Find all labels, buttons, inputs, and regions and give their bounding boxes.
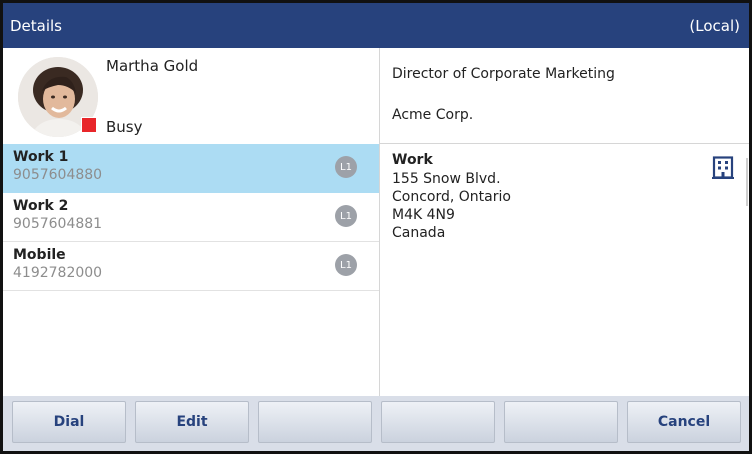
softkey-3[interactable] bbox=[258, 401, 372, 443]
softkey-4[interactable] bbox=[381, 401, 495, 443]
contact-panel: Martha Gold Busy Work 1 9057604880 L1 Wo… bbox=[3, 48, 379, 396]
edit-button[interactable]: Edit bbox=[135, 401, 249, 443]
address-street: 155 Snow Blvd. bbox=[392, 171, 501, 187]
contact-name: Martha Gold bbox=[106, 57, 199, 75]
details-panel: Director of Corporate Marketing Acme Cor… bbox=[380, 48, 749, 396]
page-title: Details bbox=[10, 16, 63, 35]
number-label: Mobile bbox=[13, 247, 66, 263]
busy-status-icon bbox=[81, 117, 97, 133]
address-postal-code: M4K 4N9 bbox=[392, 207, 455, 223]
list-item-work-1[interactable]: Work 1 9057604880 L1 bbox=[3, 144, 379, 193]
number-label: Work 2 bbox=[13, 198, 69, 214]
number-label: Work 1 bbox=[13, 149, 69, 165]
list-item-work-2[interactable]: Work 2 9057604881 L1 bbox=[3, 193, 379, 242]
building-icon bbox=[712, 156, 734, 179]
phone-number: 9057604880 bbox=[13, 167, 103, 183]
title-bar: Details (Local) bbox=[3, 3, 749, 48]
scrollbar[interactable] bbox=[746, 158, 748, 206]
company-name: Acme Corp. bbox=[392, 107, 474, 123]
address-block: Work 155 Snow Blvd. Concord, Ontario M4K… bbox=[392, 150, 511, 242]
presence-status: Busy bbox=[106, 118, 143, 136]
section-divider bbox=[380, 143, 749, 144]
cancel-button[interactable]: Cancel bbox=[627, 401, 741, 443]
contact-header: Martha Gold Busy bbox=[3, 48, 379, 144]
address-city: Concord, Ontario bbox=[392, 189, 511, 205]
softkey-5[interactable] bbox=[504, 401, 618, 443]
list-item-mobile[interactable]: Mobile 4192782000 L1 bbox=[3, 242, 379, 291]
directory-location: (Local) bbox=[689, 16, 740, 35]
address-label: Work bbox=[392, 152, 433, 168]
line-badge: L1 bbox=[335, 205, 357, 227]
dial-button[interactable]: Dial bbox=[12, 401, 126, 443]
address-country: Canada bbox=[392, 225, 446, 241]
phone-number: 4192782000 bbox=[13, 265, 103, 281]
phone-number: 9057604881 bbox=[13, 216, 103, 232]
line-badge: L1 bbox=[335, 254, 357, 276]
phone-number-list: Work 1 9057604880 L1 Work 2 9057604881 L… bbox=[3, 144, 379, 291]
line-badge: L1 bbox=[335, 156, 357, 178]
job-title: Director of Corporate Marketing bbox=[392, 66, 615, 82]
softkey-bar: Dial Edit Cancel bbox=[3, 396, 749, 451]
